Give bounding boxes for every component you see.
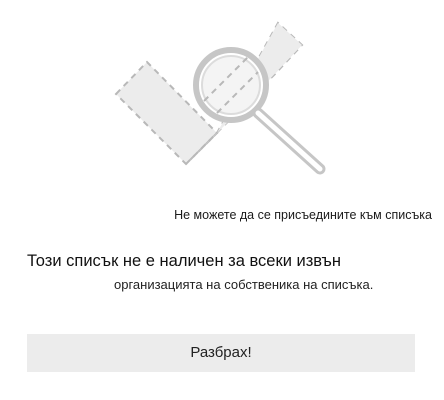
got-it-button[interactable]: Разбрах! — [27, 334, 415, 372]
magnifier-over-missing-item-icon — [114, 21, 326, 175]
dialog-message-line-1: Този списък не е наличен за всеки извън — [27, 252, 341, 270]
join-list-error-dialog: Не можете да се присъедините към списъка… — [0, 0, 444, 400]
dialog-message-line-2: организацията на собственика на списъка. — [114, 277, 374, 292]
dialog-subtitle: Не можете да се присъедините към списъка — [174, 208, 432, 222]
